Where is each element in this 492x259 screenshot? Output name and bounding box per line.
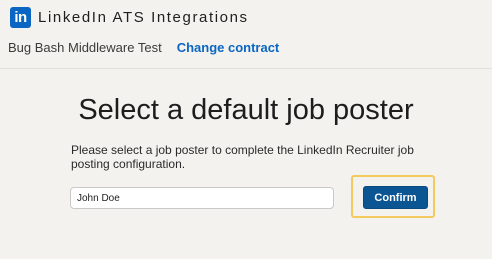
instructions-text: Please select a job poster to complete t… bbox=[71, 143, 414, 171]
contract-name: Bug Bash Middleware Test bbox=[8, 40, 162, 55]
contract-bar: Bug Bash Middleware Test Change contract bbox=[8, 40, 279, 55]
linkedin-logo-icon: in bbox=[10, 7, 31, 28]
app-title: LinkedIn ATS Integrations bbox=[38, 9, 249, 26]
app-header: in LinkedIn ATS Integrations bbox=[10, 7, 249, 28]
job-poster-input[interactable] bbox=[70, 187, 334, 209]
change-contract-link[interactable]: Change contract bbox=[177, 40, 280, 55]
header-divider bbox=[0, 68, 492, 69]
confirm-button[interactable]: Confirm bbox=[363, 186, 428, 209]
page-title: Select a default job poster bbox=[78, 94, 414, 126]
